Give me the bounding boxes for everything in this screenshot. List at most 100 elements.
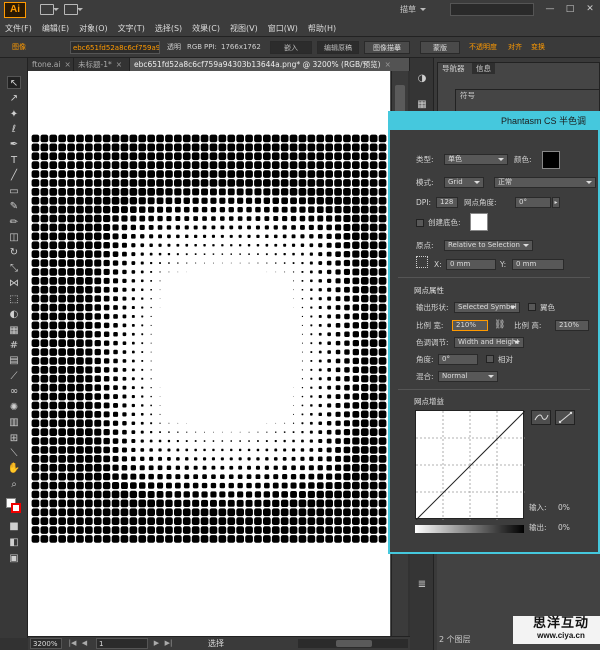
previous-artboard-icon[interactable]: ◀ — [80, 638, 89, 649]
graph-tool-icon[interactable]: ▥ — [7, 416, 21, 429]
x-offset-input[interactable]: 0 mm — [446, 259, 496, 270]
last-artboard-icon[interactable]: ▶| — [164, 638, 173, 649]
rectangle-tool-icon[interactable]: ▭ — [7, 185, 21, 198]
paintbrush-tool-icon[interactable]: ✎ — [7, 200, 21, 213]
line-mode-button[interactable] — [555, 410, 575, 425]
line-tool-icon[interactable]: ╱ — [7, 169, 21, 182]
hand-tool-icon[interactable]: ✋ — [7, 462, 21, 475]
menu-edit[interactable]: 编辑(E) — [37, 22, 74, 36]
background-color-swatch[interactable] — [470, 213, 488, 231]
create-background-checkbox[interactable] — [416, 219, 424, 227]
y-offset-input[interactable]: 0 mm — [512, 259, 564, 270]
drawing-mode-icon[interactable]: ◧ — [7, 536, 21, 549]
menu-view[interactable]: 视图(V) — [225, 22, 263, 36]
blend-tool-icon[interactable]: ∞ — [7, 385, 21, 398]
slice-tool-icon[interactable]: ⟍ — [7, 447, 21, 460]
dot-gain-curve[interactable] — [415, 410, 526, 521]
arrange-documents-icon[interactable] — [64, 4, 83, 15]
next-artboard-icon[interactable]: ▶ — [152, 638, 161, 649]
scale-tool-icon[interactable]: ⤡ — [7, 262, 21, 275]
document-tab-active[interactable]: ebc651fd52a8c6cf759a94303b13644a.png* @ … — [130, 58, 410, 71]
bridge-icon[interactable] — [40, 4, 59, 15]
swatches-panel-icon[interactable]: ▦ — [415, 98, 429, 111]
selection-tool-icon[interactable]: ↖ — [7, 76, 21, 89]
origin-select[interactable]: Relative to Selection — [444, 240, 533, 251]
eraser-tool-icon[interactable]: ◫ — [7, 231, 21, 244]
curve-mode-button[interactable] — [531, 410, 551, 425]
menu-select[interactable]: 选择(S) — [150, 22, 187, 36]
close-icon[interactable]: × — [64, 60, 70, 69]
close-icon[interactable]: × — [116, 60, 122, 69]
horizontal-scrollbar[interactable] — [298, 639, 408, 648]
menu-help[interactable]: 帮助(H) — [303, 22, 341, 36]
eyedropper-tool-icon[interactable]: ⟋ — [7, 370, 21, 383]
blend-mode-select[interactable]: 正常 — [494, 177, 596, 188]
align-link[interactable]: 对齐 — [508, 41, 522, 54]
tab-info[interactable]: 信息 — [472, 63, 495, 74]
scale-width-input[interactable]: 210% — [452, 320, 488, 331]
mask-button[interactable]: 蒙版 — [420, 41, 460, 54]
tone-adjust-select[interactable]: Width and Height — [454, 337, 524, 348]
mode-select[interactable]: Grid — [444, 177, 484, 188]
document-tab[interactable]: 未标题-1* × — [74, 58, 130, 71]
lasso-tool-icon[interactable]: ℓ — [7, 123, 21, 136]
dot-color-swatch[interactable] — [542, 151, 560, 169]
artboard-number-field[interactable]: 1 — [96, 638, 148, 649]
type-select[interactable]: 单色 — [444, 154, 508, 165]
embed-button[interactable]: 嵌入 — [270, 41, 312, 54]
reference-point-icon[interactable] — [416, 256, 428, 268]
layers-panel-icon[interactable]: ≣ — [415, 578, 429, 591]
menu-type[interactable]: 文字(T) — [113, 22, 150, 36]
menu-file[interactable]: 文件(F) — [0, 22, 37, 36]
maximize-button[interactable]: □ — [562, 2, 578, 16]
width-tool-icon[interactable]: ⋈ — [7, 277, 21, 290]
document-tab[interactable]: ftone.ai × — [28, 58, 74, 71]
image-trace-button[interactable]: 图像描摹 — [364, 41, 410, 54]
rotate-tool-icon[interactable]: ↻ — [7, 246, 21, 259]
gradient-tool-icon[interactable]: ▤ — [7, 354, 21, 367]
zoom-level-field[interactable]: 3200% — [30, 638, 62, 649]
magic-wand-tool-icon[interactable]: ✦ — [7, 108, 21, 121]
close-icon[interactable]: × — [385, 60, 391, 69]
dot-rotation-input[interactable]: 0° — [438, 354, 478, 365]
symbol-sprayer-tool-icon[interactable]: ✺ — [7, 401, 21, 414]
artboard[interactable] — [28, 71, 390, 636]
first-artboard-icon[interactable]: |◀ — [68, 638, 77, 649]
canvas-area[interactable] — [28, 71, 408, 636]
tab-symbol[interactable]: 符号 — [456, 90, 479, 101]
invert-checkbox[interactable] — [528, 303, 536, 311]
scale-height-input[interactable]: 210% — [555, 320, 589, 331]
menu-window[interactable]: 窗口(W) — [263, 22, 303, 36]
stroke-color-swatch[interactable] — [11, 503, 21, 513]
minimize-button[interactable]: — — [542, 2, 558, 16]
halftone-artwork[interactable] — [31, 134, 389, 548]
free-transform-tool-icon[interactable]: ⬚ — [7, 293, 21, 306]
transform-link[interactable]: 变换 — [531, 41, 545, 54]
zoom-tool-icon[interactable]: ⌕ — [7, 478, 21, 491]
color-panel-icon[interactable]: ◑ — [415, 72, 429, 85]
edit-original-button[interactable]: 编辑原稿 — [317, 41, 359, 54]
output-shape-select[interactable]: Selected Symbol — [454, 302, 520, 313]
tab-navigator[interactable]: 导航器 — [438, 63, 469, 74]
shape-builder-tool-icon[interactable]: ◐ — [7, 308, 21, 321]
opacity-link[interactable]: 不透明度 — [469, 41, 497, 54]
link-icon[interactable]: ⛓ — [494, 320, 505, 331]
screen-mode-icon[interactable]: ▣ — [7, 552, 21, 565]
close-window-button[interactable]: ✕ — [582, 2, 598, 16]
search-input[interactable] — [450, 3, 534, 16]
dpi-input[interactable]: 128 — [436, 197, 458, 208]
dot-angle-input[interactable]: 0° — [515, 197, 551, 208]
direct-selection-tool-icon[interactable]: ↗ — [7, 92, 21, 105]
menu-object[interactable]: 对象(O) — [74, 22, 113, 36]
menu-effect[interactable]: 效果(C) — [187, 22, 225, 36]
type-tool-icon[interactable]: T — [7, 154, 21, 167]
scrollbar-thumb[interactable] — [336, 640, 372, 647]
workspace-switcher[interactable]: 描草 — [400, 4, 426, 16]
relative-checkbox[interactable] — [486, 355, 494, 363]
blend-select[interactable]: Normal — [438, 371, 498, 382]
color-mode-icon[interactable]: ■ — [7, 520, 21, 533]
pen-tool-icon[interactable]: ✒ — [7, 138, 21, 151]
dialog-title[interactable]: Phantasm CS 半色调 — [390, 113, 598, 130]
artboard-tool-icon[interactable]: ⊞ — [7, 432, 21, 445]
linked-file-name[interactable]: ebc651fd52a8c6cf759a94... — [70, 41, 160, 54]
